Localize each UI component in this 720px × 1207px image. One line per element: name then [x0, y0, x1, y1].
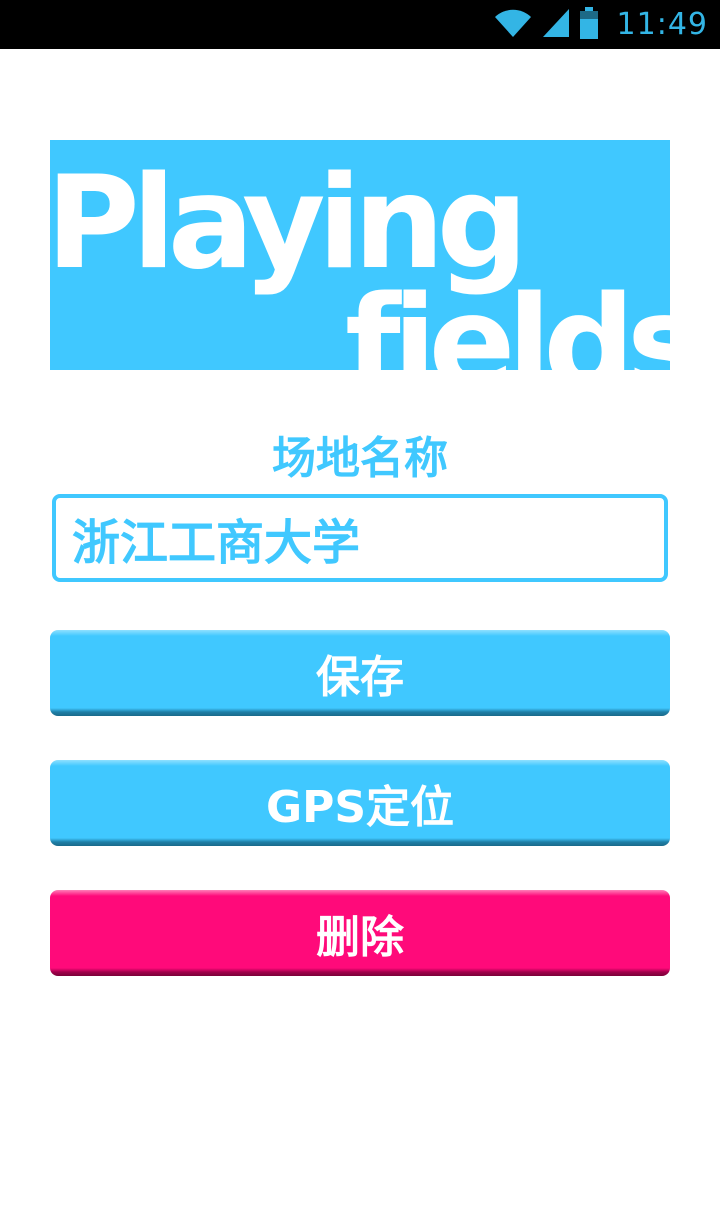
save-button[interactable]: 保存: [50, 630, 670, 716]
status-time: 11:49: [616, 7, 708, 42]
status-icons: [493, 6, 599, 43]
gps-locate-button[interactable]: GPS定位: [50, 760, 670, 846]
field-name-input[interactable]: 浙江工商大学: [52, 494, 668, 582]
gps-locate-button-label: GPS定位: [265, 782, 455, 833]
save-button-label: 保存: [316, 652, 404, 703]
delete-button-label: 删除: [316, 912, 404, 963]
app-logo: Playing fields: [50, 140, 670, 371]
field-name-label: 场地名称: [272, 433, 448, 484]
wifi-icon: [493, 7, 533, 43]
signal-icon: [541, 7, 571, 43]
logo-text-fields: fields: [345, 269, 670, 371]
status-bar: 11:49: [0, 0, 720, 49]
battery-icon: [579, 6, 599, 43]
delete-button[interactable]: 删除: [50, 890, 670, 976]
field-name-value: 浙江工商大学: [72, 515, 361, 571]
